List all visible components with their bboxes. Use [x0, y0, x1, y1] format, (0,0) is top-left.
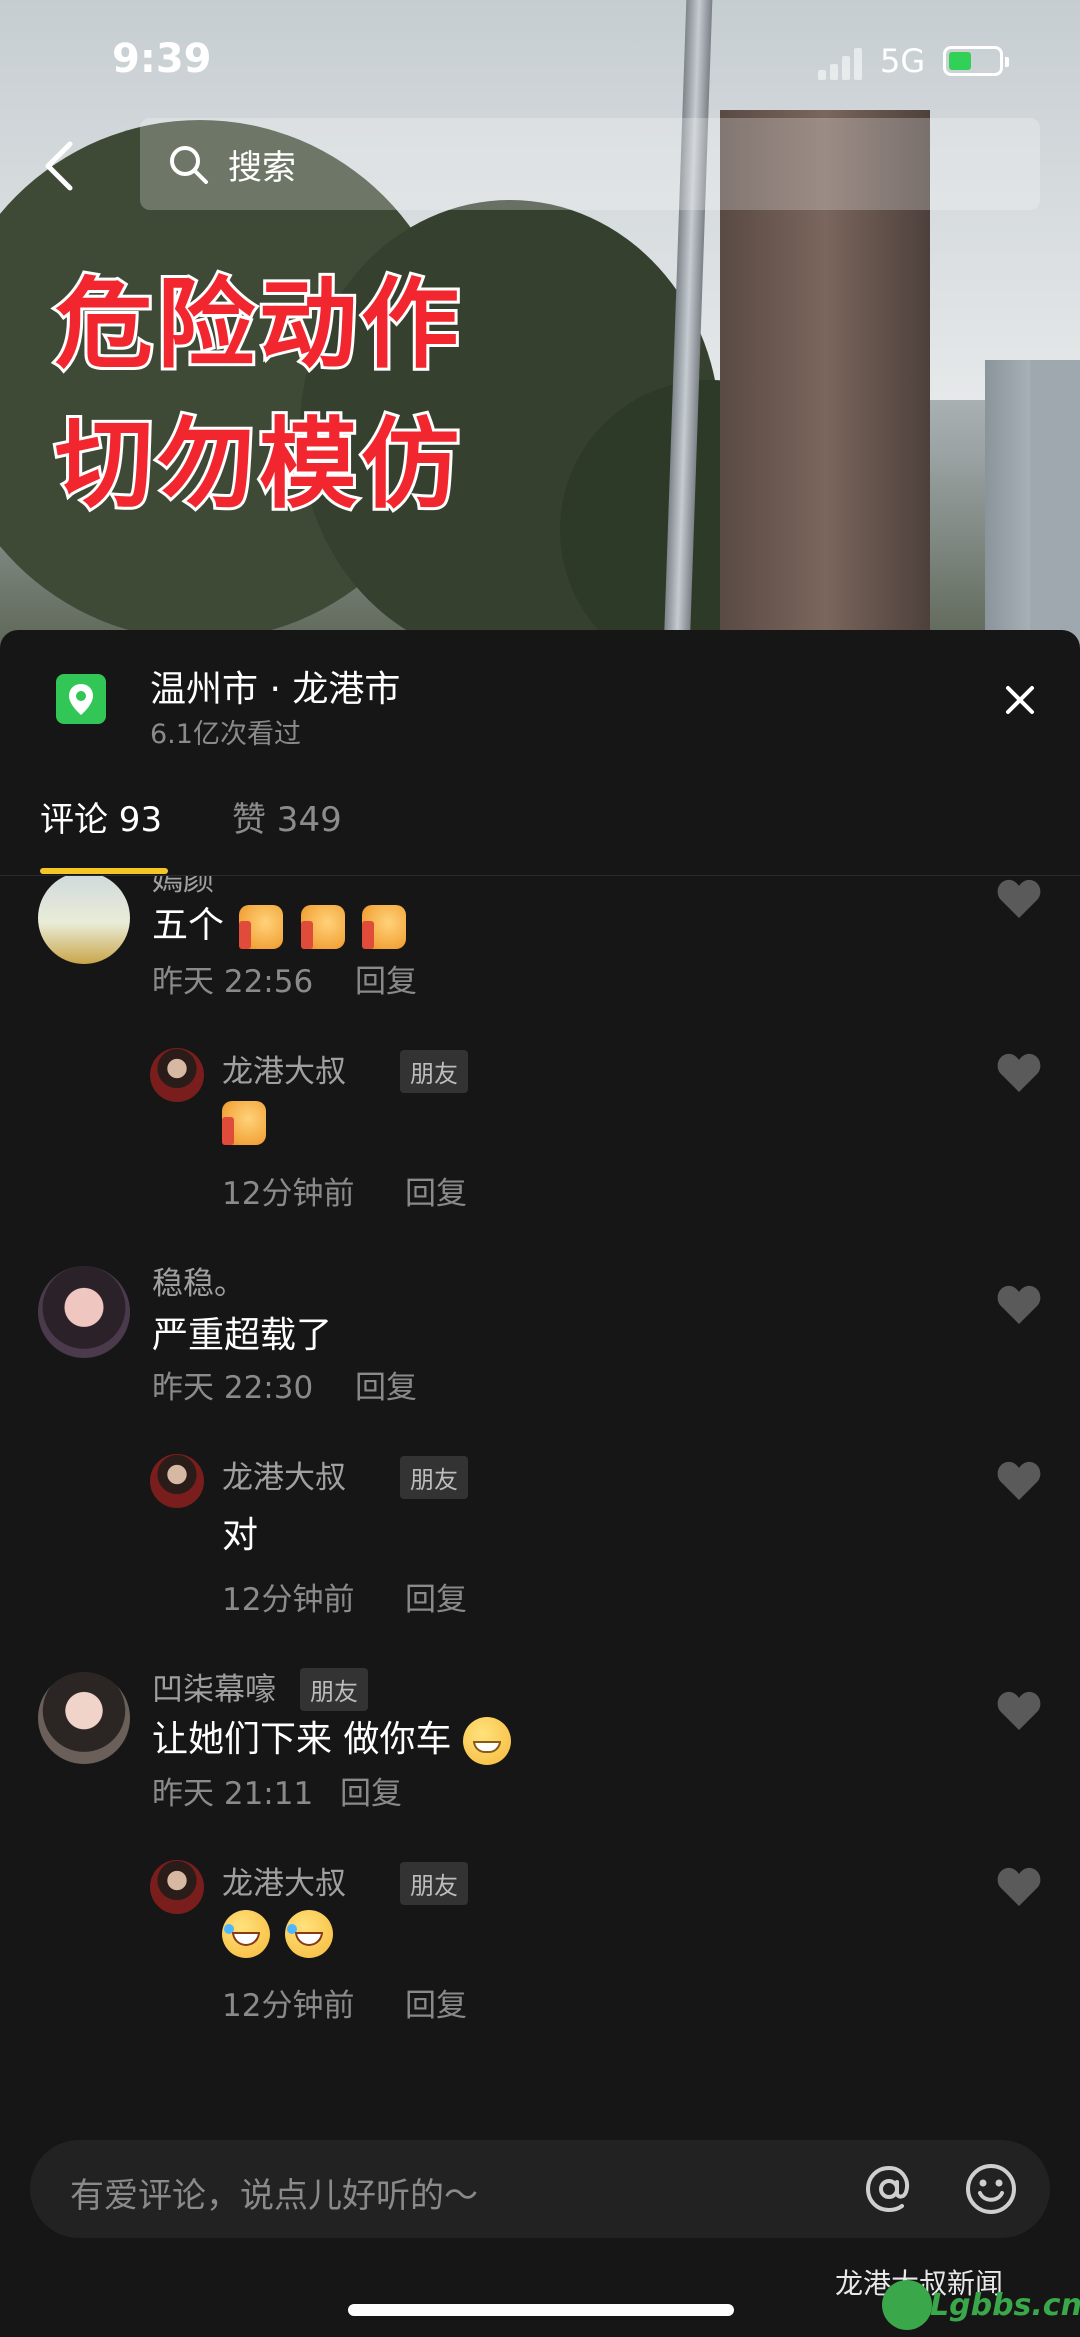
laughing-tears-icon — [222, 1910, 270, 1958]
reply-text — [222, 1101, 272, 1145]
comment-list[interactable]: 嫣颜 五个 昨天 22:56 回复 龙港大叔 朋友 12分钟前 回复 稳稳。 严… — [0, 876, 1080, 2076]
friend-badge: 朋友 — [400, 1456, 468, 1499]
network-type: 5G — [880, 42, 926, 80]
reply-username[interactable]: 龙港大叔 — [222, 1858, 346, 1903]
reply-time: 12分钟前 — [222, 1176, 355, 1212]
video-background[interactable]: 危险动作 切勿模仿 — [0, 0, 1080, 650]
heart-icon[interactable] — [995, 1282, 1043, 1326]
avatar[interactable] — [38, 1672, 130, 1764]
comment-text: 严重超载了 — [152, 1315, 333, 1356]
battery-icon — [943, 46, 1009, 76]
status-bar: 9:39 5G — [0, 30, 1080, 90]
watermark-site: Lgbbs.cn — [930, 2288, 1080, 2323]
comment-text-value: 五个 — [152, 905, 225, 946]
location-icon — [56, 674, 106, 724]
video-building — [1030, 360, 1080, 650]
avatar[interactable] — [150, 1454, 204, 1508]
video-warning-line1: 危险动作 — [52, 265, 464, 385]
back-button[interactable] — [40, 138, 80, 194]
thumbs-up-icon — [222, 1101, 266, 1145]
location-views: 6.1亿次看过 — [150, 719, 301, 750]
signal-icon — [818, 46, 868, 80]
search-bar[interactable]: 搜索 — [140, 118, 1040, 210]
comment-sheet: 温州市 · 龙港市 6.1亿次看过 评论 93 赞 349 嫣颜 五个 昨天 2… — [0, 630, 1080, 2337]
chevron-left-icon — [45, 141, 73, 191]
friend-badge: 朋友 — [400, 1862, 468, 1905]
heart-icon[interactable] — [995, 1688, 1043, 1732]
video-warning-line2: 切勿模仿 — [52, 405, 464, 525]
at-mention-icon[interactable] — [858, 2158, 920, 2220]
friend-badge: 朋友 — [300, 1668, 368, 1711]
close-icon — [1006, 686, 1034, 714]
home-indicator[interactable] — [348, 2304, 734, 2316]
status-time: 9:39 — [112, 36, 212, 82]
heart-icon[interactable] — [995, 1864, 1043, 1908]
heart-icon[interactable] — [995, 876, 1043, 920]
tab-comments[interactable]: 评论 93 — [40, 792, 162, 841]
comment-username[interactable]: 晨曦 — [152, 2068, 214, 2076]
laughing-tears-icon — [285, 1910, 334, 1958]
reply-username[interactable]: 龙港大叔 — [222, 1046, 346, 1091]
friend-badge: 朋友 — [400, 1050, 468, 1093]
avatar[interactable] — [150, 1048, 204, 1102]
comment-username[interactable]: 凹柒幕嚎 — [152, 1664, 276, 1709]
reply-text — [222, 1910, 337, 1958]
reply-button[interactable]: 回复 — [405, 1168, 467, 1213]
search-icon — [170, 146, 208, 184]
avatar[interactable] — [38, 876, 130, 964]
reply-text: 对 — [222, 1515, 259, 1556]
reply-button[interactable]: 回复 — [405, 1574, 467, 1619]
tab-likes[interactable]: 赞 349 — [232, 792, 342, 841]
comment-text: 五个 — [152, 896, 412, 949]
comment-time: 昨天 22:56 — [152, 964, 314, 1000]
avatar[interactable] — [38, 1266, 130, 1358]
location-title[interactable]: 温州市 · 龙港市 — [150, 660, 400, 712]
reply-button[interactable]: 回复 — [405, 1980, 467, 2025]
reply-time: 12分钟前 — [222, 1582, 355, 1618]
comment-text: 让她们下来 做你车 — [152, 1710, 511, 1765]
search-placeholder: 搜索 — [228, 148, 296, 188]
comment-input-placeholder: 有爱评论，说点儿好听的～ — [70, 2176, 478, 2216]
reply-button[interactable]: 回复 — [355, 1362, 417, 1407]
thumbs-up-icon — [239, 905, 284, 949]
close-button[interactable] — [1000, 680, 1040, 720]
avatar[interactable] — [150, 1860, 204, 1914]
reply-time: 12分钟前 — [222, 1988, 355, 2024]
grin-emoji-icon — [462, 1717, 511, 1765]
reply-button[interactable]: 回复 — [355, 956, 417, 1001]
heart-icon[interactable] — [995, 1050, 1043, 1094]
comment-time: 昨天 22:30 — [152, 1370, 314, 1406]
comment-time: 昨天 21:11 — [152, 1776, 314, 1812]
comment-input[interactable]: 有爱评论，说点儿好听的～ — [30, 2140, 1050, 2238]
comment-username[interactable]: 稳稳。 — [152, 1258, 245, 1303]
thumbs-up-icon — [362, 905, 407, 949]
comment-text-value: 让她们下来 做你车 — [152, 1719, 452, 1760]
reply-username[interactable]: 龙港大叔 — [222, 1452, 346, 1497]
thumbs-up-icon — [300, 905, 345, 949]
watermark-logo-icon — [882, 2280, 932, 2330]
heart-icon[interactable] — [995, 1458, 1043, 1502]
reply-button[interactable]: 回复 — [340, 1768, 402, 1813]
tab-active-indicator — [40, 868, 168, 874]
emoji-icon[interactable] — [960, 2158, 1022, 2220]
